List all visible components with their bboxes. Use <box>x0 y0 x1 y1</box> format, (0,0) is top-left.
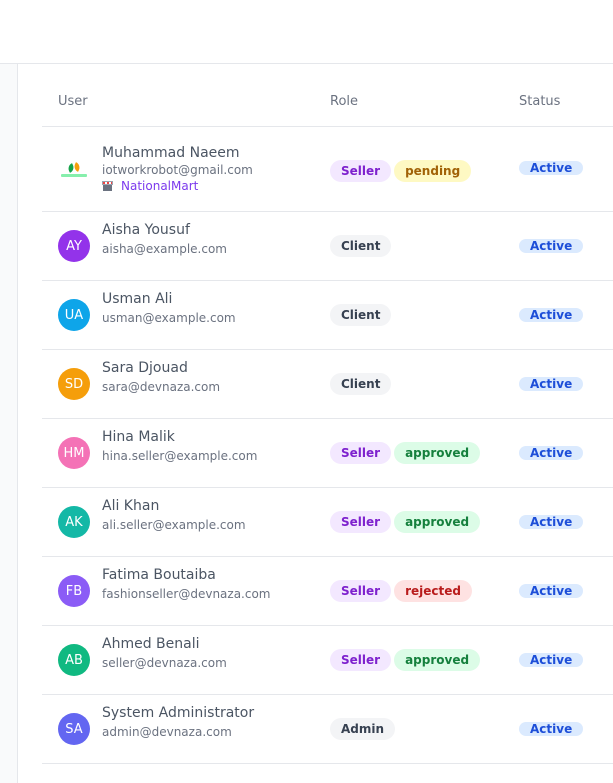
table-row[interactable]: AY Aisha Yousuf aisha@example.com Client… <box>42 212 613 281</box>
user-email: admin@devnaza.com <box>102 725 232 739</box>
sidebar-edge <box>0 64 18 783</box>
role-badge: Seller <box>330 442 392 464</box>
role-badge: Admin <box>330 718 396 740</box>
avatar: SA <box>58 713 90 745</box>
column-header-user: User <box>58 94 88 109</box>
user-name: Hina Malik <box>102 429 175 445</box>
user-email: fashionseller@devnaza.com <box>102 587 271 601</box>
user-email: ali.seller@example.com <box>102 518 246 532</box>
role-badge: Client <box>330 235 392 257</box>
user-name: Ahmed Benali <box>102 636 200 652</box>
role-badge: Seller <box>330 160 392 182</box>
status-badge: Active <box>519 377 584 391</box>
users-table: User Role Status Muhammad Naeem iotworkr… <box>42 64 613 764</box>
role-badges: Seller approved <box>330 511 481 533</box>
column-header-role: Role <box>330 94 359 109</box>
user-email: iotworkrobot@gmail.com <box>102 163 253 177</box>
user-name: System Administrator <box>102 705 255 721</box>
table-row[interactable]: FB Fatima Boutaiba fashionseller@devnaza… <box>42 557 613 626</box>
table-row[interactable]: UA Usman Ali usman@example.com Client Ac… <box>42 281 613 350</box>
user-email: sara@devnaza.com <box>102 380 221 394</box>
status-badge: Active <box>519 515 584 529</box>
role-badges: Admin <box>330 718 396 740</box>
avatar: SD <box>58 368 90 400</box>
role-badges: Client <box>330 373 392 395</box>
seller-status-badge: approved <box>394 511 481 533</box>
user-email: usman@example.com <box>102 311 236 325</box>
avatar: UA <box>58 299 90 331</box>
table-row[interactable]: SA System Administrator admin@devnaza.co… <box>42 695 613 764</box>
seller-status-badge: rejected <box>394 580 472 602</box>
status-badge: Active <box>519 722 584 736</box>
seller-status-badge: approved <box>394 649 481 671</box>
role-badges: Seller pending <box>330 160 472 182</box>
role-badge: Seller <box>330 511 392 533</box>
status-badge: Active <box>519 446 584 460</box>
avatar: FB <box>58 575 90 607</box>
avatar: AY <box>58 230 90 262</box>
user-name: Aisha Yousuf <box>102 222 190 238</box>
user-name: Muhammad Naeem <box>102 145 240 161</box>
role-badge: Client <box>330 304 392 326</box>
role-badges: Seller approved <box>330 649 481 671</box>
user-name: Ali Khan <box>102 498 160 514</box>
user-email: aisha@example.com <box>102 242 227 256</box>
user-name: Sara Djouad <box>102 360 188 376</box>
role-badge: Client <box>330 373 392 395</box>
column-header-status: Status <box>519 94 561 109</box>
table-row[interactable]: AK Ali Khan ali.seller@example.com Selle… <box>42 488 613 557</box>
store-name: NationalMart <box>121 179 199 193</box>
role-badge: Seller <box>330 649 392 671</box>
status-badge: Active <box>519 239 584 253</box>
user-name: Usman Ali <box>102 291 173 307</box>
avatar: HM <box>58 437 90 469</box>
avatar: AB <box>58 644 90 676</box>
store-icon <box>102 181 113 191</box>
avatar <box>58 153 90 185</box>
status-badge: Active <box>519 161 584 175</box>
table-header: User Role Status <box>42 64 613 127</box>
store-link[interactable]: NationalMart <box>102 179 198 193</box>
seller-status-badge: approved <box>394 442 481 464</box>
table-row[interactable]: AB Ahmed Benali seller@devnaza.com Selle… <box>42 626 613 695</box>
table-row[interactable]: Muhammad Naeem iotworkrobot@gmail.com Na… <box>42 127 613 212</box>
role-badges: Seller rejected <box>330 580 472 602</box>
company-logo-icon <box>60 158 88 180</box>
status-badge: Active <box>519 308 584 322</box>
table-row[interactable]: SD Sara Djouad sara@devnaza.com Client A… <box>42 350 613 419</box>
role-badge: Seller <box>330 580 392 602</box>
status-badge: Active <box>519 584 584 598</box>
user-name: Fatima Boutaiba <box>102 567 216 583</box>
role-badges: Client <box>330 235 392 257</box>
top-header-bar <box>0 0 613 64</box>
seller-status-badge: pending <box>394 160 472 182</box>
role-badges: Client <box>330 304 392 326</box>
avatar: AK <box>58 506 90 538</box>
user-email: seller@devnaza.com <box>102 656 227 670</box>
role-badges: Seller approved <box>330 442 481 464</box>
table-row[interactable]: HM Hina Malik hina.seller@example.com Se… <box>42 419 613 488</box>
status-badge: Active <box>519 653 584 667</box>
user-email: hina.seller@example.com <box>102 449 258 463</box>
